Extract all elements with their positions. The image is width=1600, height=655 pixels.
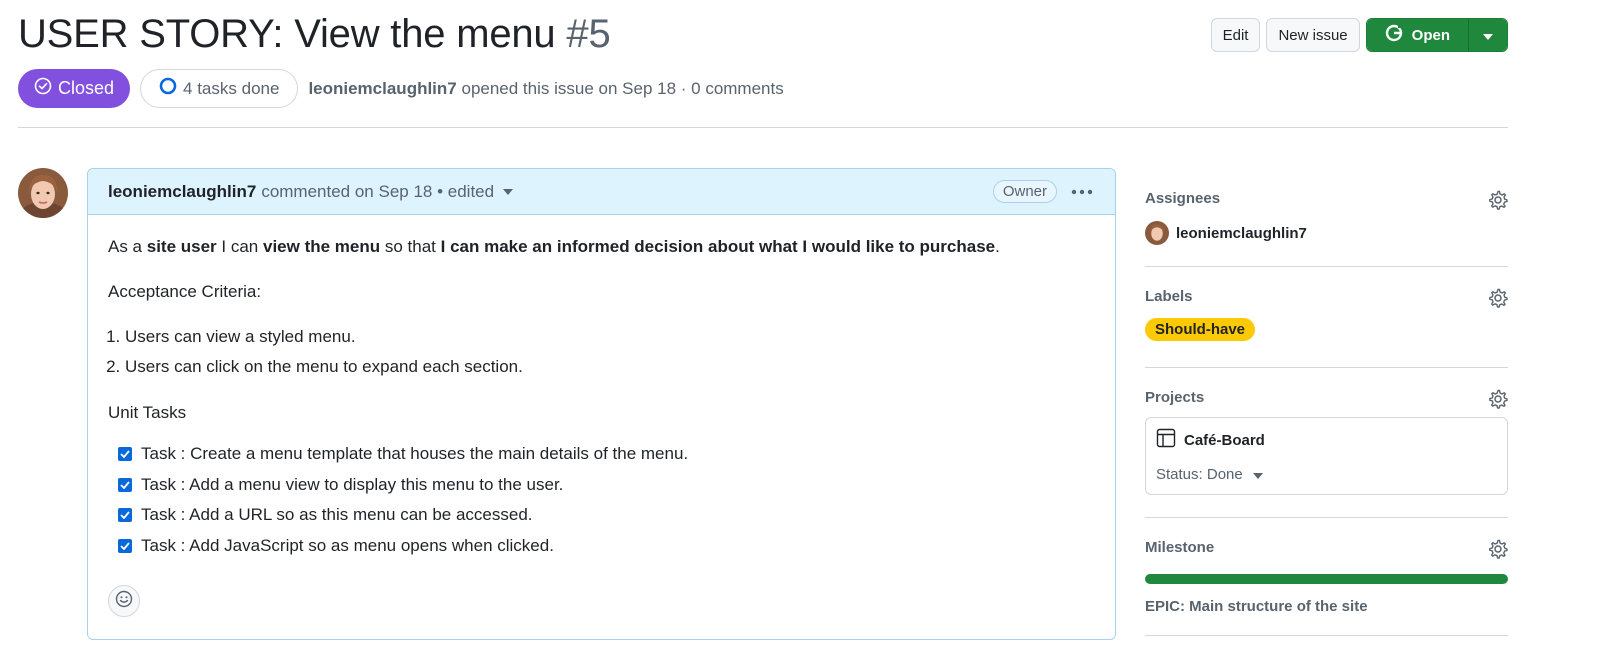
acceptance-heading: Acceptance Criteria:	[108, 282, 262, 301]
header-actions: Edit New issue Open	[1210, 18, 1508, 52]
gear-icon[interactable]	[1488, 190, 1508, 215]
issue-title-text: USER STORY: View the menu	[18, 12, 556, 56]
comment-body: As a site user I can view the menu so th…	[88, 215, 1115, 561]
issue-title: USER STORY: View the menu #5	[18, 12, 611, 57]
task-label: Task : Add a menu view to display this m…	[141, 474, 564, 494]
smiley-icon	[115, 590, 133, 613]
owner-badge: Owner	[992, 180, 1057, 203]
assignees-section: Assignees leoniemclaughlin7	[1145, 190, 1508, 245]
task-checkbox[interactable]	[118, 508, 132, 523]
story-text-2: I can	[216, 237, 263, 256]
opened-info: leoniemclaughlin7 opened this issue on S…	[308, 79, 783, 99]
edit-button[interactable]: Edit	[1210, 18, 1261, 52]
state-label: Closed	[58, 78, 115, 98]
story-benefit: I can make an informed decision about wh…	[440, 237, 996, 256]
assignee-item[interactable]: leoniemclaughlin7	[1145, 221, 1508, 245]
comment-meta[interactable]: commented on Sep 18 • edited	[261, 182, 494, 202]
story-action: view the menu	[263, 237, 381, 256]
avatar[interactable]	[18, 168, 68, 218]
task-item: Task : Add JavaScript so as menu opens w…	[108, 531, 1095, 562]
task-item: Task : Add a menu view to display this m…	[108, 470, 1095, 501]
list-item: Users can view a styled menu.	[125, 325, 1095, 349]
labels-section: Labels Should-have	[1145, 288, 1508, 341]
chevron-down-icon	[1252, 466, 1263, 483]
opened-text: opened this issue on Sep 18 · 0 comments	[461, 78, 784, 98]
edited-chevron-down-icon[interactable]	[503, 188, 514, 195]
chevron-down-icon	[1483, 27, 1493, 44]
story-text-1: As a	[108, 237, 147, 256]
milestone-link[interactable]: EPIC: Main structure of the site	[1145, 598, 1508, 615]
story-text-3: so that	[380, 237, 441, 256]
task-checkbox[interactable]	[118, 538, 132, 553]
project-card: Café-Board Status: Done	[1145, 417, 1508, 495]
header-divider	[18, 127, 1508, 128]
gear-icon[interactable]	[1488, 539, 1508, 564]
kebab-icon[interactable]	[1071, 183, 1093, 206]
task-label: Task : Add JavaScript so as menu opens w…	[141, 535, 554, 555]
table-icon	[1156, 428, 1176, 452]
task-item: Task : Add a URL so as this menu can be …	[108, 500, 1095, 531]
new-issue-button[interactable]: New issue	[1266, 18, 1360, 52]
comment-header: leoniemclaughlin7 commented on Sep 18 • …	[88, 169, 1115, 215]
issue-number: #5	[566, 12, 611, 56]
assignees-heading: Assignees	[1145, 190, 1221, 207]
tasks-done-label: 4 tasks done	[183, 78, 280, 98]
open-button-group: Open	[1365, 18, 1508, 52]
task-item: Task : Create a menu template that house…	[108, 439, 1095, 470]
project-link[interactable]: Café-Board	[1156, 428, 1497, 452]
labels-heading: Labels	[1145, 288, 1193, 305]
label-should-have[interactable]: Should-have	[1145, 318, 1256, 341]
projects-section: Projects Café-Board Status: Done	[1145, 389, 1508, 495]
open-button[interactable]: Open	[1366, 19, 1468, 51]
open-options-button[interactable]	[1468, 19, 1507, 51]
task-label: Task : Create a menu template that house…	[141, 444, 689, 464]
milestone-section: Milestone EPIC: Main structure of the si…	[1145, 539, 1508, 615]
open-issue-icon	[1385, 24, 1403, 46]
tasks-badge[interactable]: 4 tasks done	[140, 69, 299, 108]
task-label: Task : Add a URL so as this menu can be …	[141, 505, 533, 525]
story-role: site user	[146, 237, 217, 256]
task-checkbox[interactable]	[118, 447, 132, 462]
unit-tasks-heading: Unit Tasks	[108, 403, 187, 422]
assignee-name: leoniemclaughlin7	[1176, 224, 1307, 242]
milestone-progress-bar	[1145, 574, 1508, 584]
sidebar-divider	[1145, 367, 1508, 368]
milestone-heading: Milestone	[1145, 539, 1215, 556]
criteria-list: Users can view a styled menu. Users can …	[125, 325, 1095, 379]
project-status-dropdown[interactable]: Status: Done	[1156, 466, 1497, 483]
check-circle-icon	[34, 77, 52, 100]
avatar	[1145, 221, 1169, 245]
sidebar-divider	[1145, 517, 1508, 518]
issue-comment: leoniemclaughlin7 commented on Sep 18 • …	[87, 168, 1116, 640]
user-story-paragraph: As a site user I can view the menu so th…	[108, 235, 1095, 259]
task-list: Task : Create a menu template that house…	[108, 439, 1095, 561]
task-checkbox[interactable]	[118, 477, 132, 492]
state-badge: Closed	[18, 69, 131, 108]
gear-icon[interactable]	[1488, 288, 1508, 313]
issue-author-link[interactable]: leoniemclaughlin7	[308, 79, 456, 98]
projects-heading: Projects	[1145, 389, 1205, 406]
comment-author-link[interactable]: leoniemclaughlin7	[108, 182, 256, 202]
sidebar-divider	[1145, 266, 1508, 267]
open-button-label: Open	[1411, 26, 1450, 44]
milestone-progress-fill	[1145, 574, 1508, 584]
project-name: Café-Board	[1184, 431, 1265, 449]
story-text-4: .	[995, 237, 1000, 256]
sidebar-divider	[1145, 635, 1508, 636]
issue-meta: Closed 4 tasks done leoniemclaughlin7 op…	[18, 69, 784, 108]
add-reaction-button[interactable]	[108, 585, 140, 617]
progress-circle-icon	[159, 77, 177, 100]
list-item: Users can click on the menu to expand ea…	[125, 355, 1095, 379]
project-status-label: Status: Done	[1156, 466, 1243, 483]
gear-icon[interactable]	[1488, 389, 1508, 414]
